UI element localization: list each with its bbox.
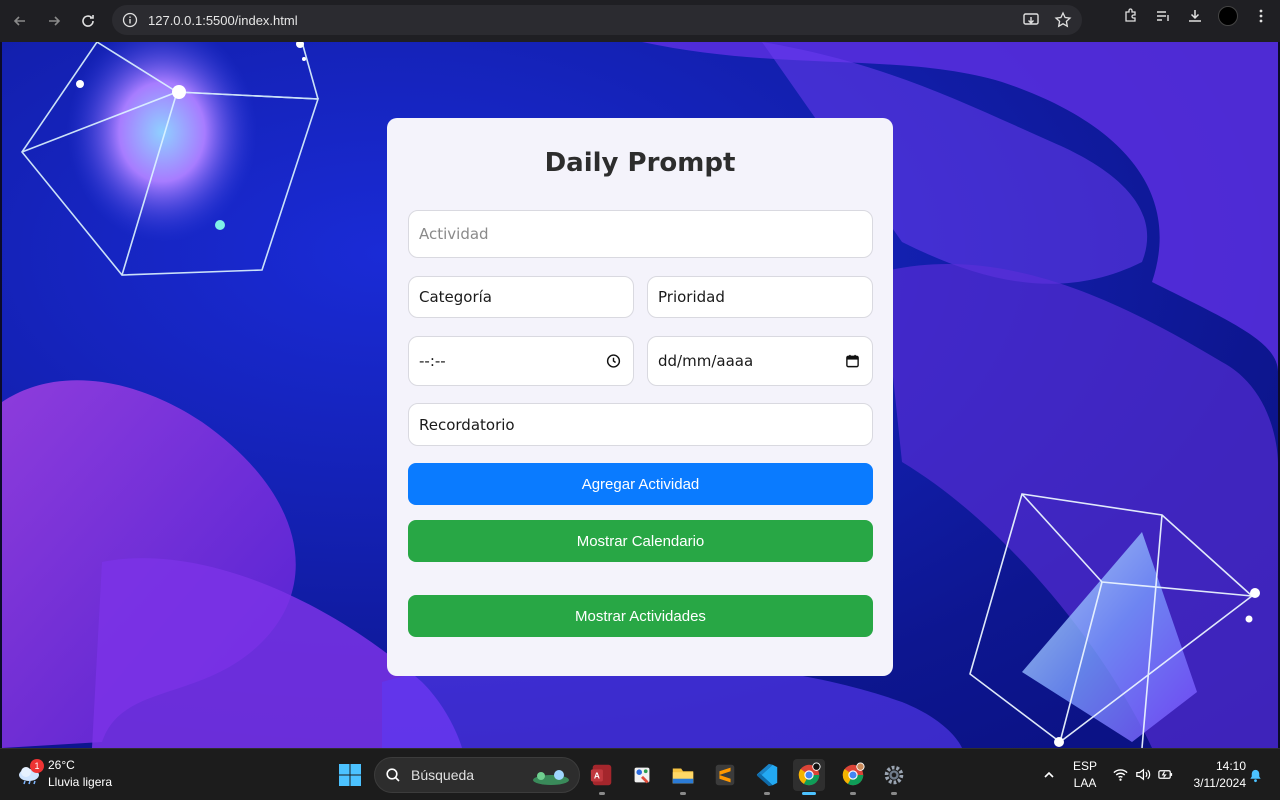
download-icon[interactable] [1186,7,1204,25]
install-app-icon[interactable] [1022,11,1040,29]
windows-taskbar: 1 26°C Lluvia ligera Búsqueda A ESP LAA … [0,748,1280,800]
volume-icon[interactable] [1134,766,1151,783]
priority-input[interactable]: Prioridad [647,276,873,318]
app-running-indicator [599,792,605,795]
show-activities-button[interactable]: Mostrar Actividades [408,595,873,637]
file-explorer-icon [672,768,694,784]
bookmark-star-icon[interactable] [1054,11,1072,29]
app-running-indicator [891,792,897,795]
weather-badge: 1 [30,759,44,773]
search-highlight-icon [533,770,569,785]
clock-icon[interactable] [606,354,621,369]
app-running-indicator [680,792,686,795]
language-bottom: LAA [1073,776,1097,790]
notification-bell-icon[interactable] [1248,768,1263,783]
search-label: Búsqueda [411,767,475,783]
menu-kebab-icon[interactable] [1252,7,1270,25]
vscode-icon [756,763,778,787]
file-explorer-app[interactable] [667,759,699,795]
cloud-rain-icon: 1 [16,759,44,787]
app-running-indicator [850,792,856,795]
calendar-icon[interactable] [845,354,860,369]
search-icon [386,768,400,782]
add-activity-button[interactable]: Agregar Actividad [408,463,873,505]
time-input[interactable]: --:-- [408,336,634,386]
activity-input[interactable]: Actividad [408,210,873,258]
show-calendar-button[interactable]: Mostrar Calendario [408,520,873,562]
browser-toolbar: 127.0.0.1:5500/index.html [0,0,1280,42]
url-text: 127.0.0.1:5500/index.html [148,12,298,28]
app-active-indicator [802,792,816,795]
chrome-icon [798,762,821,786]
reload-icon [82,15,94,27]
reminder-input[interactable]: Recordatorio [408,403,873,446]
language-indicator[interactable]: ESP LAA [1072,758,1098,792]
chrome-profile-icon [842,762,865,786]
wifi-icon[interactable] [1112,766,1129,783]
reload-button[interactable] [74,7,102,35]
browser-extensions [1122,6,1270,26]
paint-app[interactable] [626,759,658,791]
settings-icon [884,765,904,785]
clock-date: 3/11/2024 [1193,776,1247,790]
sublime-text-app[interactable] [709,759,741,791]
access-app[interactable]: A [586,759,618,795]
category-input[interactable]: Categoría [408,276,634,318]
reminder-value: Recordatorio [419,415,515,434]
priority-value: Prioridad [658,288,725,306]
battery-icon[interactable] [1157,766,1174,783]
arrow-left-icon [13,16,25,26]
info-icon[interactable] [122,12,138,28]
settings-app[interactable] [878,759,910,795]
chevron-up-icon[interactable] [1042,768,1056,782]
chrome-profile-app[interactable] [837,759,869,795]
extensions-icon[interactable] [1122,7,1140,25]
profile-avatar[interactable] [1218,6,1238,26]
chrome-app[interactable] [793,759,825,795]
activity-placeholder: Actividad [419,225,489,243]
clock[interactable]: 14:10 3/11/2024 [1182,758,1247,792]
sublime-text-icon [715,764,735,786]
address-bar[interactable]: 127.0.0.1:5500/index.html [112,5,1082,35]
forward-button[interactable] [40,7,68,35]
media-control-icon[interactable] [1154,7,1172,25]
date-input[interactable]: dd/mm/aaaa [647,336,873,386]
activity-form-card: Daily Prompt Actividad Categoría Priorid… [387,118,893,676]
paint-icon [634,767,650,784]
weather-temp: 26°C [48,758,75,772]
arrow-right-icon [49,16,61,26]
taskbar-search[interactable]: Búsqueda [374,757,580,793]
app-running-indicator [764,792,770,795]
back-button[interactable] [6,7,34,35]
weather-widget[interactable]: 1 26°C Lluvia ligera [16,757,112,791]
svg-text:A: A [594,771,600,781]
access-icon: A [590,764,612,786]
category-value: Categoría [419,288,493,306]
date-value: dd/mm/aaaa [658,352,754,370]
weather-desc: Lluvia ligera [48,775,113,789]
page-title: Daily Prompt [544,148,736,178]
windows-start-icon[interactable] [338,763,362,787]
vscode-app[interactable] [751,759,783,795]
language-top: ESP [1072,759,1097,773]
clock-time: 14:10 [1215,759,1246,773]
time-value: --:-- [419,352,446,370]
